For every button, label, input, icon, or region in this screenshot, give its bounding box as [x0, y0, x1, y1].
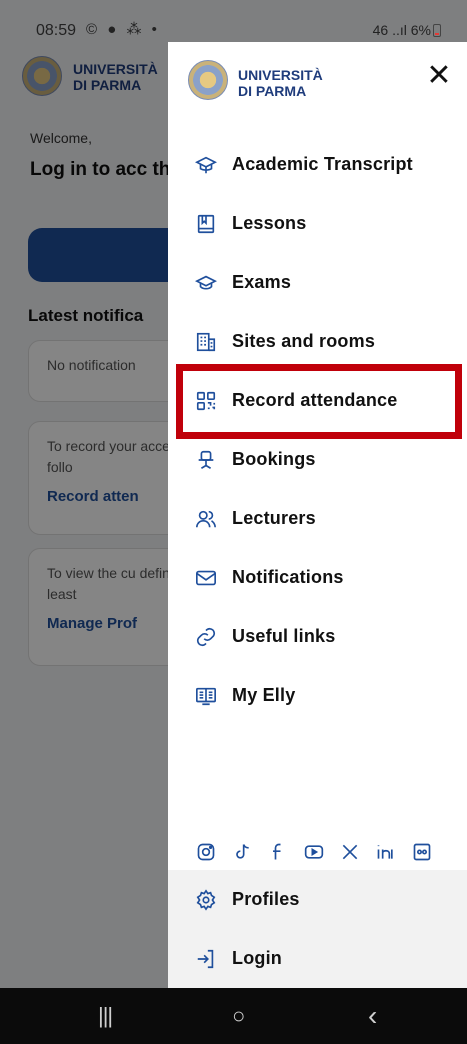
signal-battery-text: 46 ..ıl 6%: [372, 22, 431, 38]
link-icon: [194, 625, 218, 649]
linkedin-icon[interactable]: [374, 840, 398, 864]
menu-item-bookings[interactable]: Bookings: [168, 430, 467, 489]
home-button[interactable]: ○: [232, 1004, 245, 1028]
navigation-drawer: UNIVERSITÀ DI PARMA ✕ Academic Transcrip…: [168, 42, 467, 988]
notification-icons: © ● ⁂ •: [86, 21, 160, 38]
system-nav-bar: ||| ○ ‹: [0, 988, 467, 1044]
footer-item-label: Profiles: [232, 889, 300, 909]
menu-item-label: Lecturers: [232, 508, 316, 528]
mortarboard-icon: [194, 153, 218, 177]
menu-item-label: Sites and rooms: [232, 331, 376, 351]
graduation-cap-icon: [194, 271, 218, 295]
recents-button[interactable]: |||: [98, 1004, 113, 1028]
menu-item-academic-transcript[interactable]: Academic Transcript: [168, 135, 467, 194]
drawer-header: UNIVERSITÀ DI PARMA ✕: [168, 42, 467, 122]
menu-item-label: Bookings: [232, 449, 316, 469]
footer-item-label: Login: [232, 948, 282, 968]
drawer-footer: Profiles Login: [168, 870, 467, 988]
university-seal-icon: [188, 60, 228, 100]
menu-item-notifications[interactable]: Notifications: [168, 548, 467, 607]
drawer-logo-text: UNIVERSITÀ DI PARMA: [238, 67, 323, 99]
status-time: 08:59: [36, 22, 77, 39]
battery-icon: [433, 24, 441, 37]
flickr-icon[interactable]: [410, 840, 434, 864]
social-links: [194, 840, 434, 864]
close-button[interactable]: ✕: [422, 60, 456, 94]
menu-item-lecturers[interactable]: Lecturers: [168, 489, 467, 548]
menu-item-lessons[interactable]: Lessons: [168, 194, 467, 253]
elly-book-icon: [194, 684, 218, 708]
desk-chair-icon: [194, 448, 218, 472]
menu-item-label: My Elly: [232, 685, 296, 705]
login-icon: [194, 947, 218, 971]
menu-item-label: Record attendance: [232, 390, 398, 410]
youtube-icon[interactable]: [302, 840, 326, 864]
instagram-icon[interactable]: [194, 840, 218, 864]
drawer-logo-line2: DI PARMA: [238, 83, 307, 99]
footer-item-login[interactable]: Login: [168, 929, 467, 988]
drawer-logo: [188, 60, 228, 105]
close-icon: ✕: [426, 59, 452, 92]
menu-item-label: Notifications: [232, 567, 344, 587]
drawer-logo-line1: UNIVERSITÀ: [238, 67, 323, 83]
status-bar: 08:59 © ● ⁂ • 46 ..ıl 6%: [0, 0, 467, 42]
qr-code-icon: [194, 389, 218, 413]
menu-item-sites-and-rooms[interactable]: Sites and rooms: [168, 312, 467, 371]
x-icon[interactable]: [338, 840, 362, 864]
menu-item-exams[interactable]: Exams: [168, 253, 467, 312]
envelope-icon: [194, 566, 218, 590]
menu-item-label: Academic Transcript: [232, 154, 413, 174]
menu-item-label: Lessons: [232, 213, 307, 233]
footer-item-profiles[interactable]: Profiles: [168, 870, 467, 929]
back-button[interactable]: ‹: [368, 1002, 377, 1030]
menu-item-label: Useful links: [232, 626, 336, 646]
book-icon: [194, 212, 218, 236]
drawer-menu: Academic Transcript Lessons Exams Sites …: [168, 135, 467, 725]
facebook-icon[interactable]: [266, 840, 290, 864]
menu-item-record-attendance[interactable]: Record attendance: [168, 371, 467, 430]
menu-item-useful-links[interactable]: Useful links: [168, 607, 467, 666]
building-icon: [194, 330, 218, 354]
status-right: 46 ..ıl 6%: [373, 22, 441, 38]
menu-item-my-elly[interactable]: My Elly: [168, 666, 467, 725]
menu-item-label: Exams: [232, 272, 292, 292]
people-icon: [194, 507, 218, 531]
gear-icon: [194, 888, 218, 912]
tiktok-icon[interactable]: [230, 840, 254, 864]
